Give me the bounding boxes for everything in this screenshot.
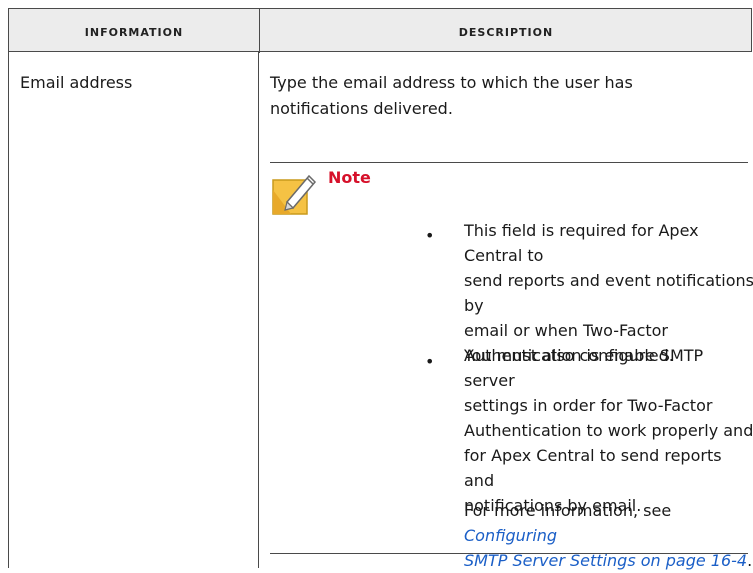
bullet-1-line-3: email or when Two-Factor [464, 321, 669, 340]
header-divider [259, 9, 260, 53]
more-info-line-2: SMTP Server Settings on page 16-4. [464, 548, 753, 573]
more-info-line-1: For more information, see Configuring [464, 498, 753, 548]
smtp-settings-link-part-1[interactable]: Configuring [464, 526, 557, 545]
bullet-2-line-4: for Apex Central to send reports and [464, 446, 722, 490]
bullet-2-text: You must also configure SMTP server sett… [464, 343, 753, 518]
description-line-2: notifications delivered. [270, 99, 453, 118]
note-title: Note [328, 168, 371, 187]
note-pencil-icon [272, 174, 317, 215]
more-info: For more information, see Configuring SM… [464, 498, 753, 573]
bullet-1-line-2: send reports and event notifications by [464, 271, 753, 315]
field-name: Email address [20, 73, 133, 92]
description-line-1: Type the email address to which the user… [270, 73, 633, 92]
table-left-border [8, 52, 9, 568]
note-top-rule [270, 162, 748, 163]
bullet-2-line-1: You must also configure SMTP server [464, 346, 704, 390]
bullet-1-line-1: This field is required for Apex Central … [464, 221, 699, 265]
header-description: Description [458, 21, 554, 40]
table-header: Information Description [8, 8, 752, 53]
table-column-divider [258, 52, 259, 568]
more-info-prefix: For more information, see [464, 501, 672, 520]
bullet-2-line-3: Authentication to work properly and [464, 421, 753, 440]
note-bottom-rule [270, 553, 748, 554]
bullet-1-symbol: • [425, 226, 435, 245]
bullet-2-line-2: settings in order for Two-Factor [464, 396, 713, 415]
bullet-2-symbol: • [425, 352, 435, 371]
header-information: Information [84, 21, 184, 40]
